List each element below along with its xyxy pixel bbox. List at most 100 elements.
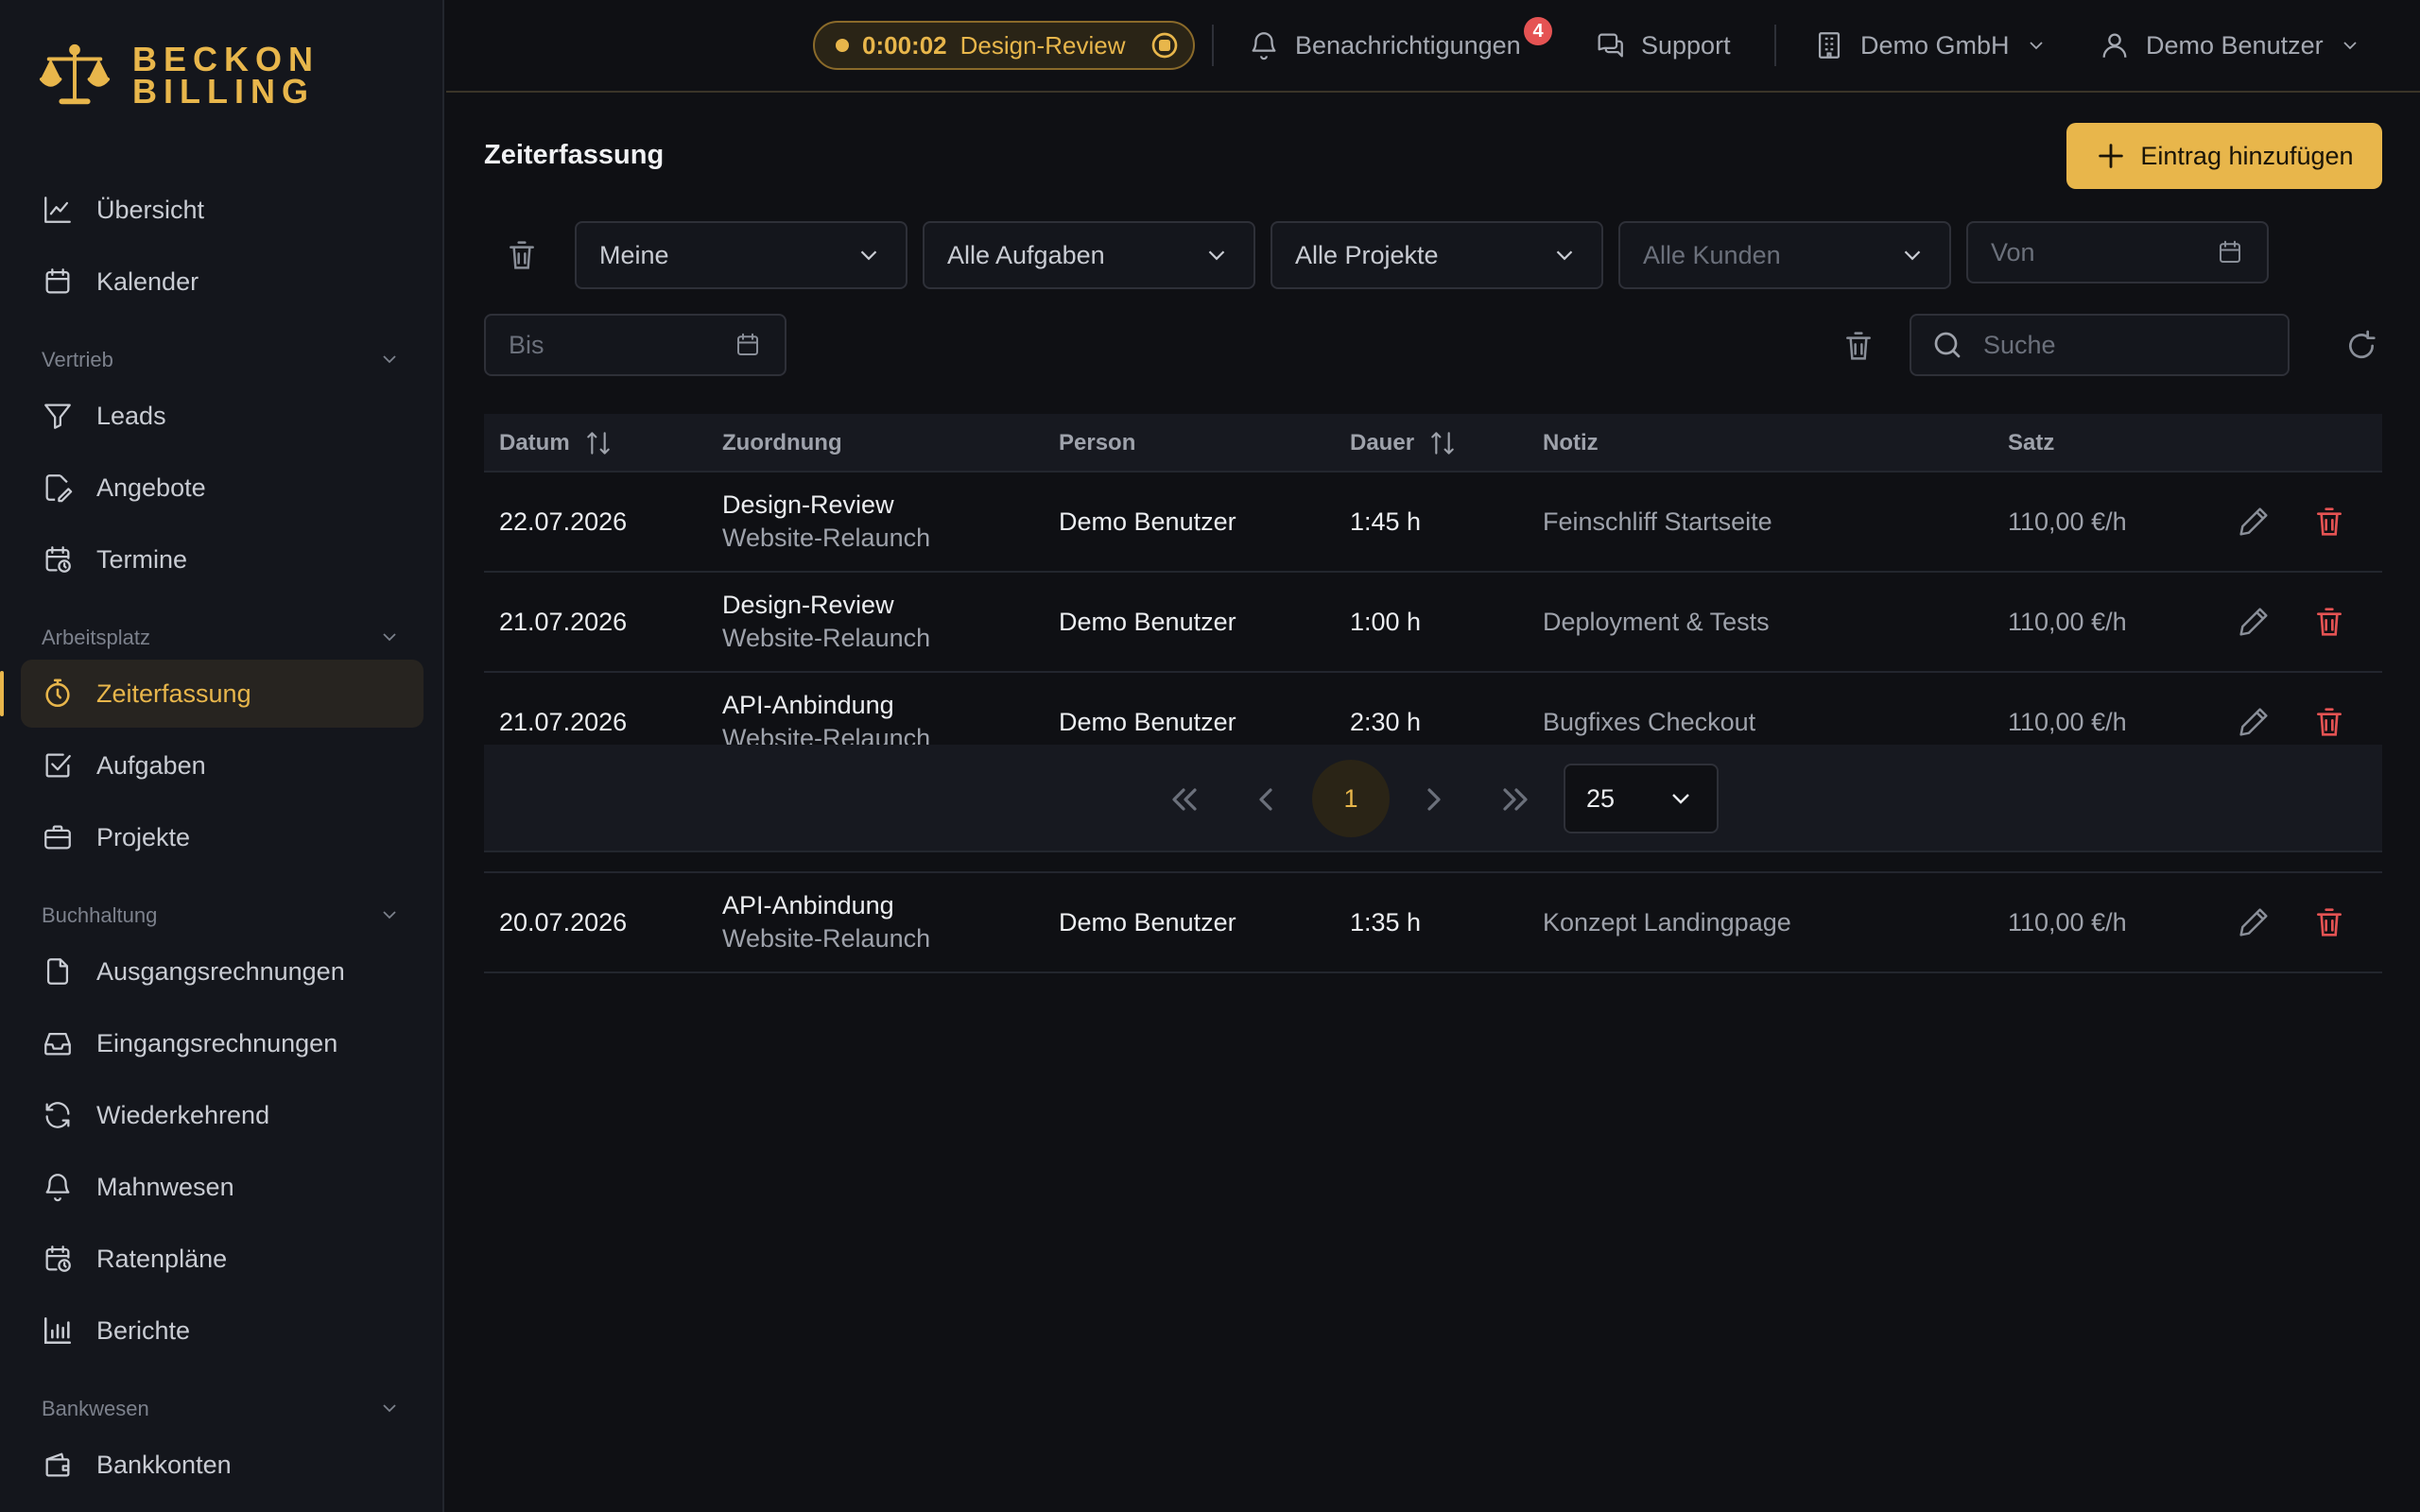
column-header-rate: Satz: [2008, 414, 2054, 472]
sidebar-item-termine[interactable]: Termine: [21, 525, 424, 593]
previous-page-button[interactable]: [1244, 777, 1289, 822]
sidebar-item-eingangsrechnungen[interactable]: Eingangsrechnungen: [21, 1009, 424, 1077]
trash-icon: [2317, 908, 2342, 936]
cell-person: Demo Benutzer: [1059, 507, 1236, 536]
table-row[interactable]: 22.07.2026 Design-Review Website-Relaunch D…: [484, 472, 2382, 573]
support-button[interactable]: Support: [1594, 23, 1731, 68]
sidebar-section-arbeitsplatz[interactable]: Arbeitsplatz: [21, 603, 424, 660]
sidebar-section-buchhaltung[interactable]: Buchhaltung: [21, 881, 424, 937]
delete-entry-button[interactable]: [2310, 503, 2348, 541]
date-to-input[interactable]: Bis: [484, 314, 786, 376]
user-icon: [2102, 33, 2127, 58]
sidebar-item-mahnwesen[interactable]: Mahnwesen: [21, 1153, 424, 1221]
last-page-button[interactable]: [1494, 777, 1539, 822]
sidebar-item-label: Kalender: [96, 266, 199, 296]
brand[interactable]: BECKON BILLING: [38, 38, 320, 113]
user-menu[interactable]: Demo Benutzer: [2099, 23, 2361, 68]
sidebar-item-angebote[interactable]: Angebote: [21, 454, 424, 522]
scope-select[interactable]: Meine: [575, 221, 908, 289]
sidebar-section-bankwesen[interactable]: Bankwesen: [21, 1374, 424, 1431]
table-row[interactable]: 21.07.2026 Design-Review Website-Relaunch D…: [484, 573, 2382, 673]
projects-select[interactable]: Alle Projekte: [1270, 221, 1603, 289]
calendar-icon: [2220, 240, 2240, 263]
current-page-button[interactable]: 1: [1312, 760, 1390, 837]
notifications-button[interactable]: Benachrichtigungen: [1248, 23, 1521, 68]
sidebar-item-aufgaben[interactable]: Aufgaben: [21, 731, 424, 799]
first-page-button[interactable]: [1161, 777, 1206, 822]
delete-entry-button[interactable]: [2310, 703, 2348, 741]
company-switcher[interactable]: Demo GmbH: [1813, 23, 2048, 68]
sidebar-item-ratenplaene[interactable]: Ratenpläne: [21, 1225, 424, 1293]
add-entry-button[interactable]: Eintrag hinzufügen: [2066, 123, 2382, 189]
edit-entry-button[interactable]: [2235, 603, 2273, 641]
brand-line-1: BECKON: [132, 40, 320, 78]
sidebar-item-label: Eingangsrechnungen: [96, 1028, 338, 1057]
cell-rate: 110,00 €/h: [2008, 907, 2127, 936]
sidebar-item-uebersicht[interactable]: Übersicht: [21, 176, 424, 244]
cell-task: API-Anbindung: [722, 891, 894, 919]
clear-search-button[interactable]: [1840, 327, 1877, 365]
sidebar-item-label: Ratenpläne: [96, 1244, 228, 1273]
timer-task: Design-Review: [959, 30, 1126, 60]
delete-entry-button[interactable]: [2310, 903, 2348, 941]
cell-assignment: Design-Review Website-Relaunch: [722, 472, 930, 571]
running-timer[interactable]: 0:00:02 Design-Review: [813, 21, 1195, 70]
cell-date: 21.07.2026: [499, 607, 628, 636]
chevron-down-icon: [860, 250, 877, 261]
trash-icon: [2317, 507, 2342, 536]
time-entries-table: Datum Zuordnung Person Dauer Notiz Satz …: [484, 414, 2382, 973]
sidebar-section-title: Arbeitsplatz: [42, 626, 150, 649]
calendar-clock-icon: [45, 1246, 71, 1272]
cell-note: Feinschliff Startseite: [1543, 507, 1772, 536]
column-header-label: Notiz: [1543, 430, 1599, 455]
sidebar-item-leads[interactable]: Leads: [21, 382, 424, 450]
cell-project: Website-Relaunch: [722, 524, 931, 552]
sidebar-item-kalender[interactable]: Kalender: [21, 248, 424, 316]
reload-button[interactable]: [2342, 327, 2380, 365]
cell-assignment: Design-Review Website-Relaunch: [722, 573, 930, 671]
table-row[interactable]: 20.07.2026 API-Anbindung Website-Relaunch D…: [484, 873, 2382, 973]
reload-icon: [2349, 330, 2376, 358]
customers-placeholder: Alle Kunden: [1643, 240, 1781, 269]
chevron-down-icon: [1208, 250, 1225, 261]
chevron-down-icon: [2342, 42, 2357, 50]
chevron-down-icon: [383, 911, 396, 919]
bell-icon: [45, 1174, 70, 1202]
tasks-value: Alle Aufgaben: [947, 240, 1105, 269]
next-page-button[interactable]: [1410, 777, 1456, 822]
sidebar-item-wiederkehrend[interactable]: Wiederkehrend: [21, 1081, 424, 1149]
sidebar-section-title: Vertrieb: [42, 348, 113, 371]
pencil-icon: [2239, 908, 2268, 936]
sidebar-item-ausgangsrechnungen[interactable]: Ausgangsrechnungen: [21, 937, 424, 1005]
edit-entry-button[interactable]: [2235, 903, 2273, 941]
chevron-down-icon: [1672, 794, 1689, 804]
customers-select[interactable]: Alle Kunden: [1618, 221, 1951, 289]
search-icon: [1934, 332, 1961, 358]
column-header-date[interactable]: Datum: [499, 414, 614, 472]
notification-count-badge: 4: [1524, 17, 1552, 45]
column-header-duration[interactable]: Dauer: [1350, 414, 1458, 472]
stop-icon[interactable]: [1150, 30, 1180, 60]
cell-duration: 1:45 h: [1350, 507, 1422, 536]
sidebar-item-projekte[interactable]: Projekte: [21, 803, 424, 871]
sidebar-item-bankkonten[interactable]: Bankkonten: [21, 1431, 424, 1499]
cell-person: Demo Benutzer: [1059, 907, 1236, 936]
edit-entry-button[interactable]: [2235, 703, 2273, 741]
calendar-clock-icon: [45, 546, 71, 573]
page-size-select[interactable]: 25: [1564, 764, 1719, 833]
company-name: Demo GmbH: [1860, 30, 2010, 60]
search-input[interactable]: Suche: [1910, 314, 2290, 376]
sidebar-item-zeiterfassung[interactable]: Zeiterfassung: [0, 660, 424, 728]
trash-icon: [2317, 608, 2342, 636]
sidebar-item-berichte[interactable]: Berichte: [21, 1297, 424, 1365]
cell-note: Deployment & Tests: [1543, 607, 1770, 636]
tasks-select[interactable]: Alle Aufgaben: [923, 221, 1255, 289]
date-from-input[interactable]: Von: [1966, 221, 2269, 284]
edit-entry-button[interactable]: [2235, 503, 2273, 541]
delete-entry-button[interactable]: [2310, 603, 2348, 641]
sidebar-section-vertrieb[interactable]: Vertrieb: [21, 325, 424, 382]
wallet-icon: [45, 1452, 70, 1477]
calendar-icon: [45, 268, 70, 294]
sidebar-item-label: Aufgaben: [96, 750, 206, 780]
clear-filters-button[interactable]: [503, 236, 541, 274]
